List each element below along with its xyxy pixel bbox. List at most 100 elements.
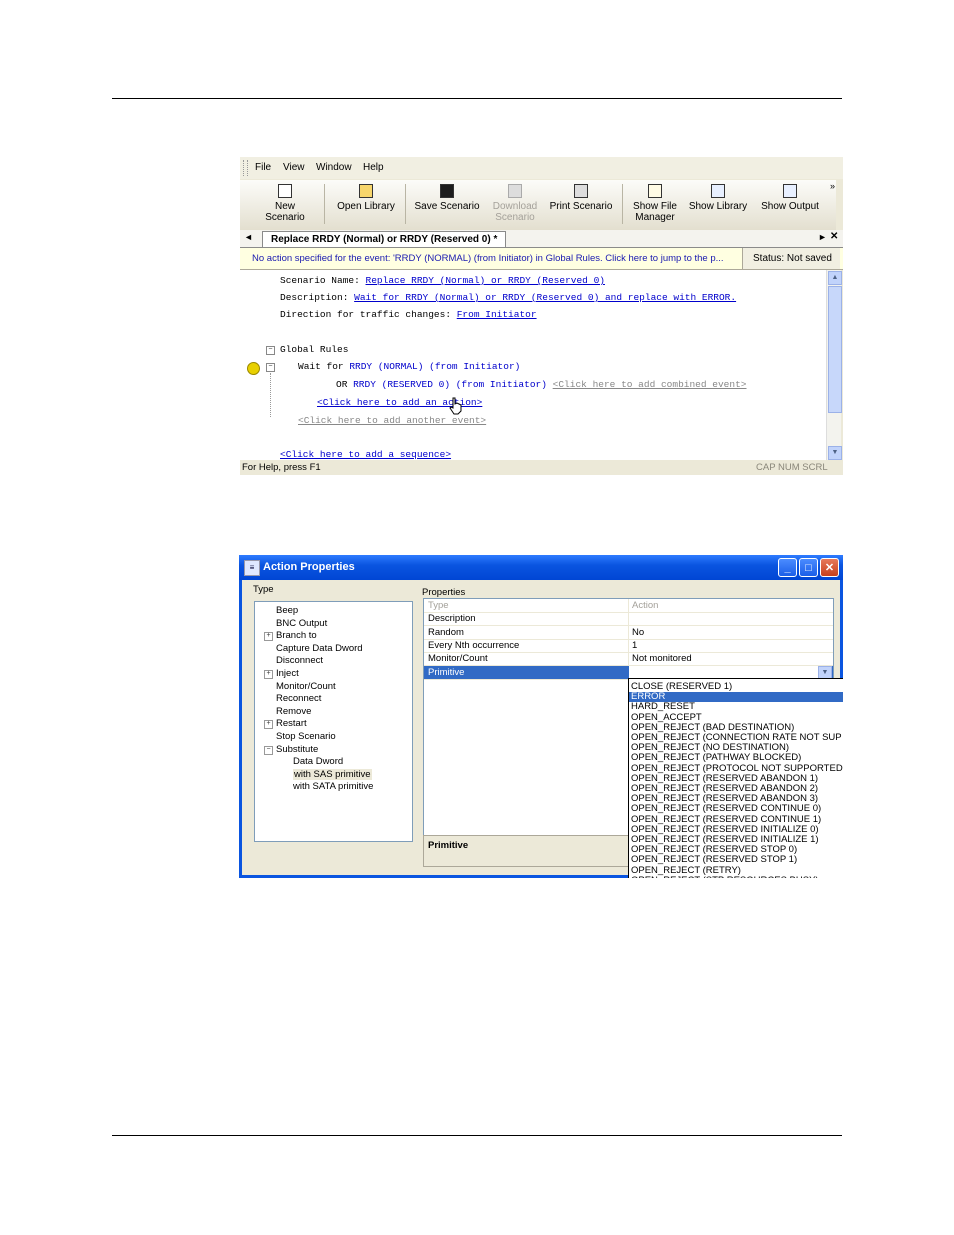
action-properties-dialog: ≡ Action Properties _ □ ✕ Type Propertie… (239, 555, 843, 878)
collapse-global-rules-icon[interactable]: − (266, 346, 275, 355)
property-row[interactable]: Every Nth occurrence 1 (424, 638, 833, 653)
tree-expand-icon[interactable]: + (264, 670, 273, 679)
open-library-button[interactable]: Open Library (334, 184, 398, 212)
description-row: Description: Wait for RRDY (Normal) or R… (280, 292, 736, 303)
status-bar: For Help, press F1 CAP NUM SCRL (240, 460, 843, 475)
tree-expand-icon[interactable]: + (264, 632, 273, 642)
open-folder-icon (359, 184, 373, 198)
show-output-button[interactable]: Show Output (760, 184, 820, 212)
tree-item[interactable]: with SAS primitive (293, 768, 372, 780)
direction-row: Direction for traffic changes: From Init… (280, 309, 537, 320)
tab-scroll-right-icon[interactable]: ► (818, 232, 827, 242)
menu-view[interactable]: View (283, 162, 305, 173)
menu-file[interactable]: File (255, 162, 271, 173)
tree-item[interactable]: Restart (276, 718, 307, 729)
show-output-label: Show Output (761, 201, 819, 212)
footer-rule (112, 1135, 842, 1136)
property-description-title: Primitive (428, 840, 469, 851)
tree-item[interactable]: Reconnect (276, 693, 321, 704)
property-row[interactable]: Monitor/Count Not monitored (424, 652, 833, 667)
add-combined-event-link[interactable]: <Click here to add combined event> (553, 379, 747, 390)
tree-item[interactable]: Disconnect (276, 655, 323, 666)
menu-window[interactable]: Window (316, 162, 352, 173)
show-file-manager-button[interactable]: Show File Manager (630, 184, 680, 223)
column-divider (628, 652, 629, 666)
dropdown-option[interactable]: OPEN_REJECT (RESERVED STOP 1) (631, 855, 797, 865)
scroll-thumb[interactable] (828, 286, 842, 413)
toolbar-separator (622, 184, 623, 224)
header-rule (112, 98, 842, 99)
tree-item[interactable]: Branch to (276, 630, 317, 641)
close-tab-icon[interactable]: ✕ (830, 231, 838, 242)
info-message[interactable]: No action specified for the event: 'RRDY… (252, 253, 740, 264)
open-library-label: Open Library (337, 201, 395, 212)
dropdown-option[interactable]: OPEN_REJECT (STP RESOURCES BUSY) (631, 875, 819, 878)
event-rrdy-reserved[interactable]: RRDY (RESERVED 0) (from Initiator) (353, 379, 547, 390)
editor-scrollbar[interactable]: ▲ ▼ (826, 270, 842, 460)
hand-cursor-icon (449, 397, 462, 415)
dialog-title-bar[interactable]: ≡ Action Properties _ □ ✕ (239, 555, 843, 580)
tree-item[interactable]: BNC Output (276, 618, 327, 629)
info-bar: No action specified for the event: 'RRDY… (240, 248, 843, 270)
property-row[interactable]: Type Action (424, 599, 833, 613)
toolbar-separator (405, 184, 406, 224)
tree-item[interactable]: Monitor/Count (276, 681, 336, 692)
properties-label: Properties (422, 587, 466, 598)
menu-help[interactable]: Help (363, 162, 384, 173)
tree-item[interactable]: Data Dword (293, 756, 343, 767)
menu-grip[interactable] (243, 160, 248, 176)
tree-expand-icon[interactable]: − (264, 745, 273, 755)
property-row[interactable]: Random No (424, 625, 833, 640)
download-scenario-button[interactable]: Download Scenario (488, 184, 542, 223)
floppy-disk-icon (440, 184, 454, 198)
column-divider (628, 612, 629, 626)
direction-link[interactable]: From Initiator (457, 309, 537, 320)
event-rrdy-normal[interactable]: RRDY (NORMAL) (from Initiator) (349, 361, 520, 372)
tab-scroll-left-icon[interactable]: ◄ (244, 232, 253, 242)
property-name: Description (428, 613, 476, 625)
print-scenario-button[interactable]: Print Scenario (548, 184, 614, 212)
tree-item[interactable]: Remove (276, 706, 311, 717)
show-library-button[interactable]: Show Library (688, 184, 748, 212)
new-scenario-button[interactable]: New Scenario (254, 184, 316, 223)
add-another-event-link[interactable]: <Click here to add another event> (298, 415, 486, 426)
dropdown-option[interactable]: OPEN_REJECT (PATHWAY BLOCKED) (631, 753, 801, 763)
scenario-name-link[interactable]: Replace RRDY (Normal) or RRDY (Reserved … (366, 275, 605, 286)
dropdown-option[interactable]: OPEN_REJECT (RESERVED CONTINUE 0) (631, 804, 821, 814)
tree-item[interactable]: Substitute (276, 744, 318, 755)
dropdown-option[interactable]: HARD_RESET (631, 702, 695, 712)
download-icon (508, 184, 522, 198)
maximize-icon[interactable]: □ (799, 558, 818, 577)
or-label: OR (336, 379, 348, 390)
tree-item[interactable]: Beep (276, 605, 298, 616)
property-name: Monitor/Count (428, 653, 488, 665)
tree-item[interactable]: Stop Scenario (276, 731, 336, 742)
property-name: Random (428, 626, 464, 638)
save-scenario-button[interactable]: Save Scenario (414, 184, 480, 212)
primitive-dropdown-list[interactable]: CLOSE (RESERVED 1) ERROR HARD_RESET OPEN_AC… (628, 678, 843, 878)
tree-expand-icon[interactable]: + (264, 720, 273, 730)
add-event-row: <Click here to add another event> (298, 415, 486, 426)
tab-scenario[interactable]: Replace RRDY (Normal) or RRDY (Reserved … (262, 231, 507, 247)
scroll-up-icon[interactable]: ▲ (828, 271, 842, 285)
property-row[interactable]: Description (424, 612, 833, 627)
close-icon[interactable]: ✕ (820, 558, 839, 577)
tab-modified-marker: * (493, 234, 498, 245)
direction-label: Direction for traffic changes: (280, 309, 452, 320)
scroll-down-icon[interactable]: ▼ (828, 446, 842, 460)
tree-item[interactable]: Capture Data Dword (276, 643, 363, 654)
description-link[interactable]: Wait for RRDY (Normal) or RRDY (Reserved… (354, 292, 736, 303)
tree-connector (270, 373, 272, 417)
dialog-title: Action Properties (263, 561, 355, 573)
minimize-icon[interactable]: _ (778, 558, 797, 577)
tree-item[interactable]: with SATA primitive (293, 781, 373, 792)
collapse-event-icon[interactable]: − (266, 363, 275, 372)
tree-item[interactable]: Inject (276, 668, 299, 679)
primitive-combo[interactable]: ▼ (629, 665, 832, 680)
property-value: Not monitored (632, 653, 692, 665)
toolbar-overflow-icon[interactable]: » (830, 181, 835, 191)
app-icon: ≡ (244, 560, 260, 576)
type-label: Type (253, 584, 274, 595)
add-sequence-link[interactable]: <Click here to add a sequence> (280, 449, 451, 460)
column-divider (628, 638, 629, 652)
